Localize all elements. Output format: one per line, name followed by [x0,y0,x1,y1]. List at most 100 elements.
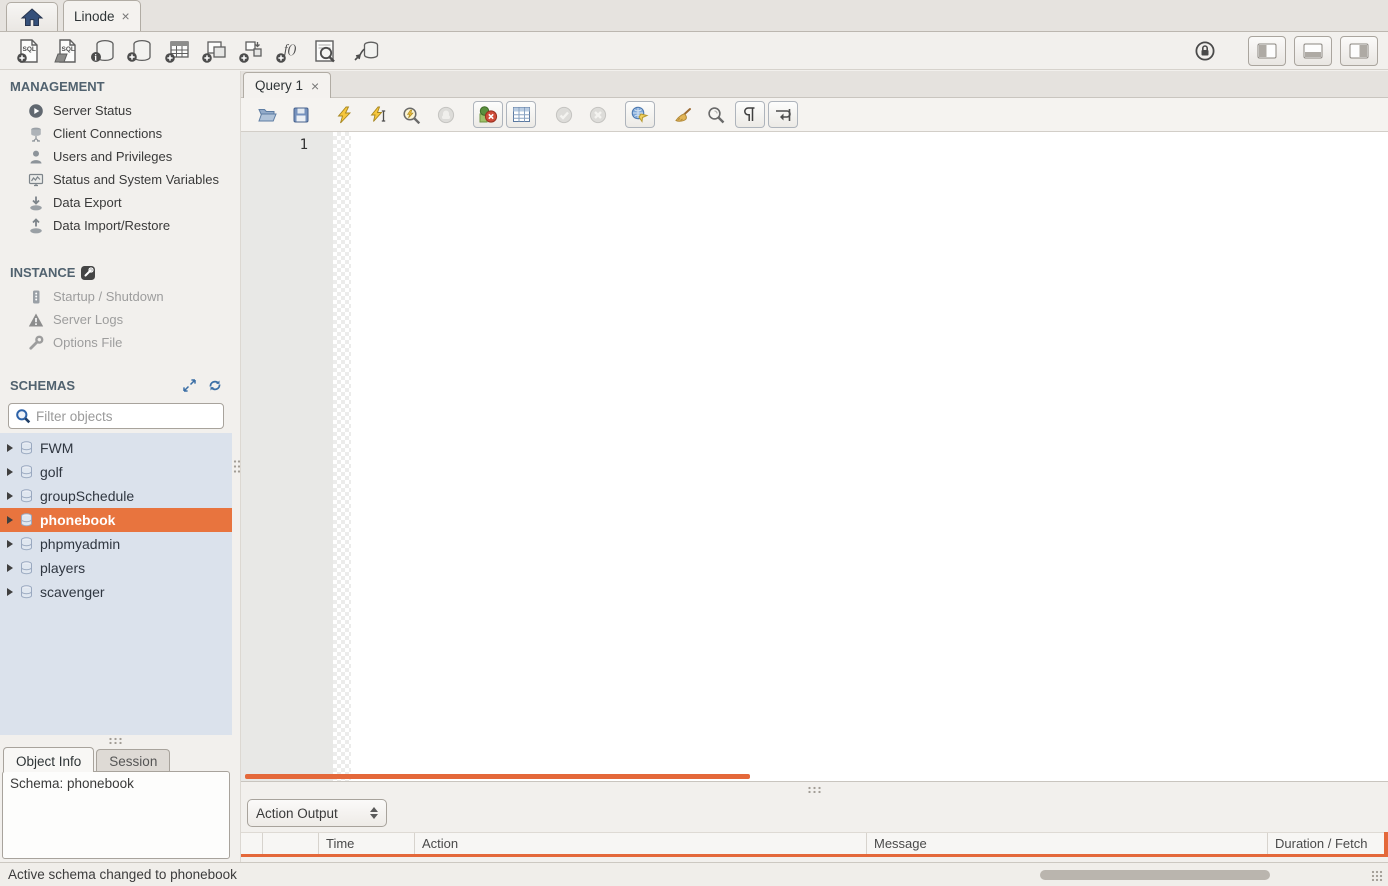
editor-output-splitter[interactable] [241,782,1388,796]
editor-horizontal-scrollbar[interactable] [245,774,750,779]
code-area[interactable] [351,132,1388,781]
close-icon[interactable]: × [122,9,130,23]
schema-tree-item[interactable]: golf [0,460,232,484]
home-icon [20,7,44,27]
expander-icon[interactable] [7,492,13,500]
output-selector-dropdown[interactable]: Action Output [247,799,387,827]
expander-icon[interactable] [7,564,13,572]
toggle-word-wrap-icon[interactable] [768,101,798,128]
schema-tree-item[interactable]: phpmyadmin [0,532,232,556]
schema-tree-item[interactable]: FWM [0,436,232,460]
expander-icon[interactable] [7,468,13,476]
filter-search-icon [15,408,31,424]
schema-name: phpmyadmin [40,536,120,552]
sidebar-splitter[interactable] [0,735,232,745]
schema-icon [20,537,33,551]
save-script-icon[interactable] [285,101,316,129]
output-col-time[interactable]: Time [319,833,415,854]
expander-icon[interactable] [7,444,13,452]
sidebar-item-status-system-variables[interactable]: Status and System Variables [0,168,232,191]
schema-tree-item[interactable]: groupSchedule [0,484,232,508]
execute-all-icon[interactable] [328,101,359,129]
expander-icon[interactable] [7,516,13,524]
expander-icon[interactable] [7,588,13,596]
output-col-message[interactable]: Message [867,833,1268,854]
connection-tab[interactable]: Linode × [63,0,141,31]
schema-inspector-icon[interactable]: i [84,35,121,67]
lock-status-icon[interactable] [1194,40,1216,62]
fold-margin [333,132,351,781]
search-table-data-icon[interactable] [306,35,343,67]
output-selector-label: Action Output [256,806,338,821]
output-vertical-scrollbar[interactable] [1384,832,1388,854]
schema-icon [20,513,33,527]
open-file-icon[interactable] [251,101,282,129]
create-function-icon[interactable]: f() [269,35,306,67]
output-table-header: Time Action Message Duration / Fetch [241,832,1388,854]
commit-icon[interactable] [548,101,579,129]
close-icon[interactable]: × [311,79,319,93]
options-file-icon [28,335,44,351]
output-col-duration[interactable]: Duration / Fetch [1268,833,1388,854]
schema-name: players [40,560,85,576]
refresh-schemas-icon[interactable] [208,379,222,392]
create-table-icon[interactable] [158,35,195,67]
toggle-right-sidebar-button[interactable] [1340,36,1378,66]
home-tab[interactable] [6,2,58,31]
expand-schemas-icon[interactable] [183,379,196,392]
tab-object-info[interactable]: Object Info [3,747,94,772]
sidebar-item-data-export[interactable]: Data Export [0,191,232,214]
tab-session[interactable]: Session [96,749,170,772]
data-import-icon [28,218,44,234]
reconnect-dbms-icon[interactable] [347,35,384,67]
schema-tree-item[interactable]: players [0,556,232,580]
find-panel-icon[interactable] [701,101,732,129]
sidebar-item-startup-shutdown[interactable]: Startup / Shutdown [0,285,232,308]
schema-tree-item[interactable]: scavenger [0,580,232,604]
object-info-panel: Schema: phonebook [2,771,230,859]
query-tab[interactable]: Query 1 × [243,72,331,98]
create-schema-icon[interactable] [121,35,158,67]
new-sql-tab-icon[interactable]: SQL [10,35,47,67]
toggle-stop-on-error-icon[interactable] [473,101,503,128]
beautify-script-icon[interactable] [667,101,698,129]
schema-tree-item[interactable]: phonebook [0,508,232,532]
toolbar-right-group [1194,36,1378,66]
rollback-icon[interactable] [582,101,613,129]
line-number-gutter: 1 [241,132,333,781]
sql-editor[interactable]: 1 [241,132,1388,782]
explain-plan-icon[interactable] [396,101,427,129]
create-procedure-icon[interactable] [232,35,269,67]
output-col-action[interactable]: Action [415,833,867,854]
connection-tab-label: Linode [74,9,115,24]
sidebar-item-users-privileges[interactable]: Users and Privileges [0,145,232,168]
sidebar: MANAGEMENT Server Status Client Connecti… [0,71,232,862]
expander-icon[interactable] [7,540,13,548]
query-tab-bar: Query 1 × [241,71,1388,98]
output-col-blank2[interactable] [263,833,319,854]
sidebar-item-client-connections[interactable]: Client Connections [0,122,232,145]
limit-rows-icon[interactable] [506,101,536,128]
sidebar-main-splitter[interactable] [232,71,240,862]
schema-icon [20,561,33,575]
action-output-panel: Action Output Time Action Message Durati… [241,796,1388,862]
toggle-autocommit-icon[interactable] [625,101,655,128]
resize-grip-icon[interactable] [1371,870,1383,881]
create-view-icon[interactable] [195,35,232,67]
stop-query-icon[interactable] [430,101,461,129]
svg-text:SQL: SQL [22,46,35,53]
sidebar-item-server-status[interactable]: Server Status [0,99,232,122]
output-col-blank1[interactable] [241,833,263,854]
toggle-invisible-characters-icon[interactable] [735,101,765,128]
toggle-left-sidebar-button[interactable] [1248,36,1286,66]
status-bar: Active schema changed to phonebook [0,862,1388,886]
sidebar-item-server-logs[interactable]: Server Logs [0,308,232,331]
toggle-output-area-button[interactable] [1294,36,1332,66]
schema-icon [20,465,33,479]
sidebar-item-data-import[interactable]: Data Import/Restore [0,214,232,237]
output-horizontal-scrollbar[interactable] [1040,870,1270,880]
filter-objects-input[interactable] [36,409,217,424]
execute-current-statement-icon[interactable] [362,101,393,129]
sidebar-item-options-file[interactable]: Options File [0,331,232,354]
open-sql-script-icon[interactable]: SQL [47,35,84,67]
